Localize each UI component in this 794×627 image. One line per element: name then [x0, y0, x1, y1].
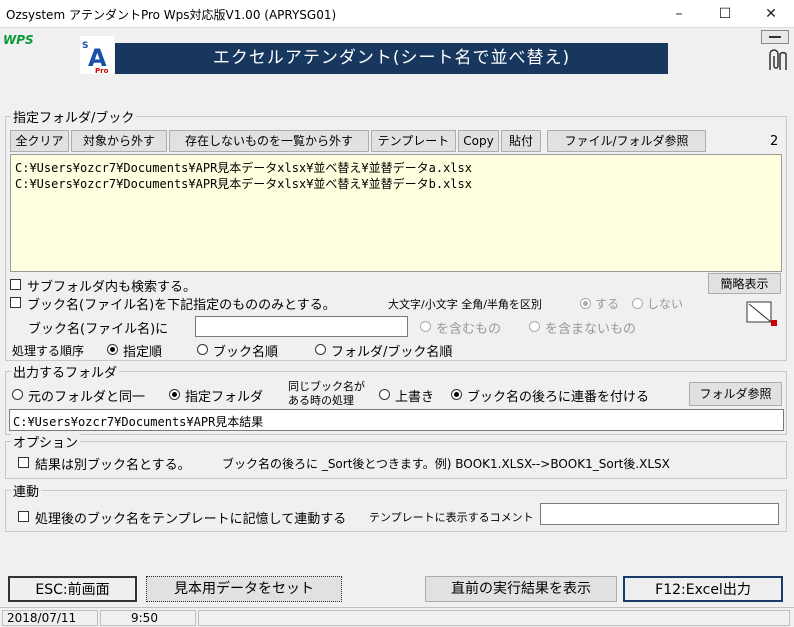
separate-book-checkbox[interactable]	[18, 457, 29, 468]
book-name-input[interactable]	[195, 316, 408, 337]
maximize-button[interactable]: ☐	[702, 0, 748, 28]
folder-browse-button[interactable]: フォルダ参照	[689, 382, 782, 406]
order-specified-label: 指定順	[123, 345, 163, 360]
title-bar: Ozsystem アテンダントPro Wps対応版V1.00 (APRYSG01…	[0, 0, 794, 28]
edit-icon[interactable]	[745, 298, 779, 328]
book-filter-checkbox[interactable]	[10, 297, 21, 308]
minimize-button[interactable]: –	[656, 0, 702, 28]
order-folder-book-label: フォルダ/ブック名順	[331, 345, 453, 360]
svg-text:Pro: Pro	[95, 67, 109, 74]
comment-input[interactable]	[540, 503, 779, 525]
app-logo: S A Pro	[80, 36, 114, 75]
book-name-label: ブック名(ファイル名)に	[28, 322, 169, 337]
append-number-label: ブック名の後ろに連番を付ける	[467, 390, 650, 405]
remove-button[interactable]: 対象から外す	[71, 130, 167, 152]
remove-missing-button[interactable]: 存在しないものを一覧から外す	[169, 130, 369, 152]
copy-button[interactable]: Copy	[458, 130, 499, 152]
same-name-label-2: ある時の処理	[288, 394, 354, 407]
clear-all-button[interactable]: 全クリア	[10, 130, 69, 152]
not-contains-radio[interactable]	[529, 321, 540, 332]
subfolder-label: サブフォルダ内も検索する。	[27, 280, 197, 295]
paperclip-icon[interactable]	[762, 48, 790, 72]
case-no-radio[interactable]	[632, 298, 643, 309]
window-title: Ozsystem アテンダントPro Wps対応版V1.00 (APRYSG01…	[6, 8, 337, 22]
contains-label: を含むもの	[436, 322, 502, 337]
set-sample-data-button[interactable]: 見本用データをセット	[146, 576, 342, 602]
same-folder-label: 元のフォルダと同一	[28, 390, 146, 405]
separate-book-note: ブック名の後ろに _Sort後とつきます。例) BOOK1.XLSX-->BOO…	[222, 457, 670, 471]
subfolder-checkbox[interactable]	[10, 279, 21, 290]
remember-checkbox[interactable]	[18, 511, 29, 522]
case-sensitive-label: 大文字/小文字 全角/半角を区別	[388, 298, 542, 311]
browse-button[interactable]: ファイル/フォルダ参照	[547, 130, 706, 152]
order-folder-book-radio[interactable]	[315, 344, 326, 355]
status-empty	[198, 610, 790, 626]
folder-group-legend: 指定フォルダ/ブック	[11, 107, 137, 126]
order-label: 処理する順序	[12, 344, 85, 358]
template-button[interactable]: テンプレート	[371, 130, 456, 152]
specified-folder-label: 指定フォルダ	[185, 390, 264, 405]
list-item[interactable]: C:¥Users¥ozcr7¥Documents¥APR見本データxlsx¥並べ…	[15, 159, 472, 176]
case-yes-radio[interactable]	[580, 298, 591, 309]
summary-view-button[interactable]: 簡略表示	[708, 273, 781, 294]
output-path-value: C:¥Users¥ozcr7¥Documents¥APR見本結果	[13, 415, 264, 429]
case-yes-label: する	[595, 297, 620, 311]
page-banner: エクセルアテンダント(シート名で並べ替え)	[115, 43, 668, 74]
status-date: 2018/07/11	[2, 610, 98, 626]
wps-logo: WPS	[3, 33, 34, 47]
comment-label: テンプレートに表示するコメント	[369, 511, 534, 524]
overwrite-label: 上書き	[395, 390, 435, 405]
book-filter-label: ブック名(ファイル名)を下記指定のもののみとする。	[27, 298, 336, 313]
same-folder-radio[interactable]	[12, 389, 23, 400]
overwrite-radio[interactable]	[379, 389, 390, 400]
not-contains-label: を含まないもの	[545, 322, 637, 337]
specified-folder-radio[interactable]	[169, 389, 180, 400]
close-button[interactable]: ✕	[748, 0, 794, 28]
order-book-label: ブック名順	[213, 345, 279, 360]
contains-radio[interactable]	[420, 321, 431, 332]
last-result-button[interactable]: 直前の実行結果を表示	[425, 576, 617, 602]
link-group-legend: 連動	[11, 481, 42, 500]
separate-book-label: 結果は別ブック名とする。	[35, 458, 191, 473]
excel-output-button[interactable]: F12:Excel出力	[623, 576, 783, 602]
order-specified-radio[interactable]	[107, 344, 118, 355]
back-button[interactable]: ESC:前画面	[8, 576, 137, 602]
file-count: 2	[770, 134, 779, 149]
list-item[interactable]: C:¥Users¥ozcr7¥Documents¥APR見本データxlsx¥並べ…	[15, 175, 472, 192]
output-path-input[interactable]: C:¥Users¥ozcr7¥Documents¥APR見本結果	[9, 409, 784, 431]
order-book-radio[interactable]	[197, 344, 208, 355]
file-list[interactable]: C:¥Users¥ozcr7¥Documents¥APR見本データxlsx¥並べ…	[10, 154, 782, 272]
paste-button[interactable]: 貼付	[501, 130, 541, 152]
case-no-label: しない	[647, 297, 684, 311]
output-group-legend: 出力するフォルダ	[11, 362, 120, 381]
append-number-radio[interactable]	[451, 389, 462, 400]
status-time: 9:50	[100, 610, 196, 626]
remember-label: 処理後のブック名をテンプレートに記憶して連動する	[35, 512, 347, 527]
minimize-panel-icon[interactable]	[761, 30, 789, 44]
options-group-legend: オプション	[11, 432, 81, 451]
